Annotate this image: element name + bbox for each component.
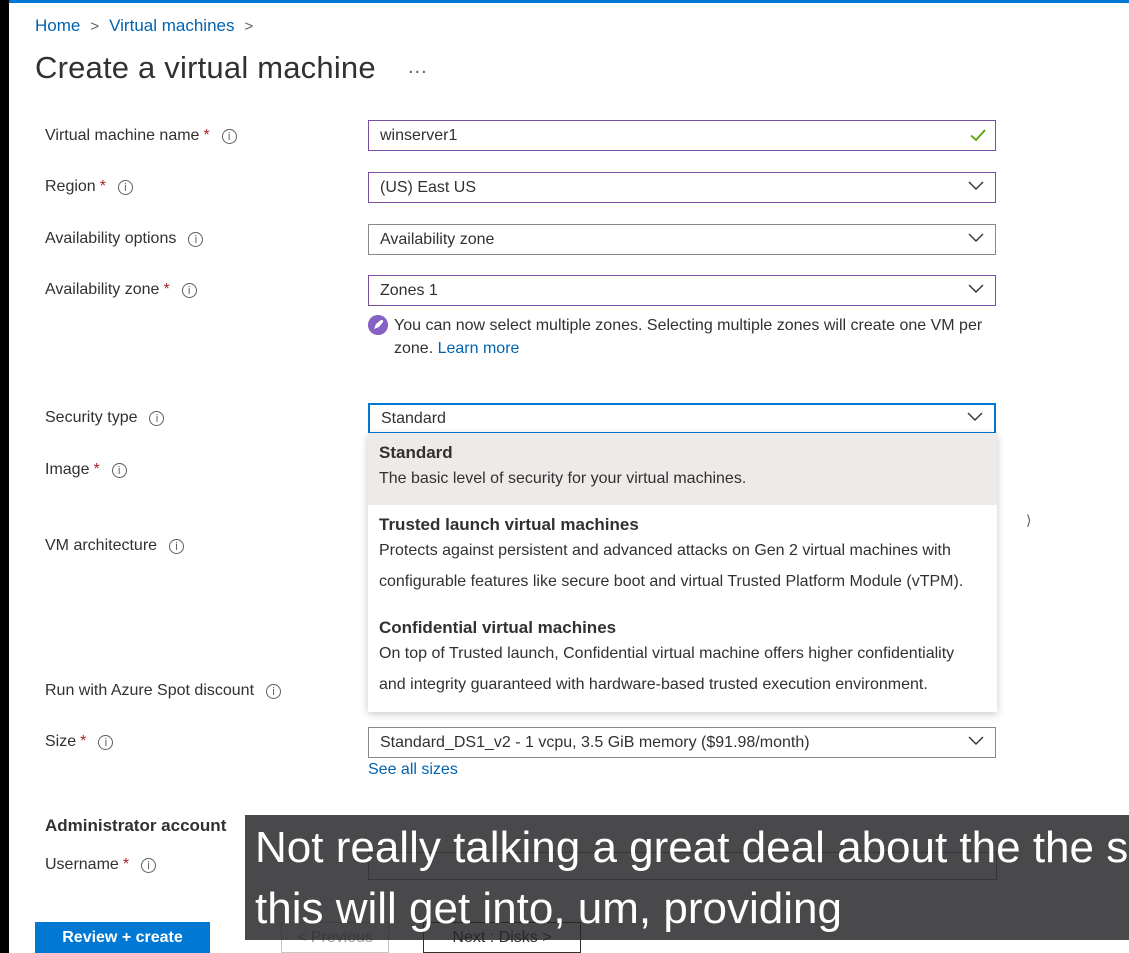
info-icon[interactable]: i [111, 462, 127, 478]
administrator-account-heading: Administrator account [45, 816, 227, 835]
chevron-down-icon [968, 233, 984, 242]
option-description: On top of Trusted launch, Confidential v… [379, 645, 955, 662]
security-option-confidential[interactable]: Confidential virtual machines On top of … [368, 608, 997, 712]
spot-discount-label-text: Run with Azure Spot discount [45, 682, 255, 699]
caption-line-1: Not really talking a great deal about th… [255, 823, 1129, 872]
page-title: Create a virtual machine [35, 50, 376, 85]
vm-architecture-label-text: VM architecture [45, 537, 158, 554]
breadcrumb-virtual-machines[interactable]: Virtual machines [109, 16, 234, 36]
info-icon[interactable]: i [117, 179, 133, 195]
top-accent-line [9, 0, 1129, 3]
info-icon[interactable]: i [149, 410, 165, 426]
region-label-text: Region [45, 178, 96, 195]
availability-zone-select[interactable]: Zones 1 [368, 275, 996, 306]
size-label-text: Size [45, 733, 77, 750]
security-option-trusted-launch[interactable]: Trusted launch virtual machines Protects… [368, 505, 997, 608]
option-description: configurable features like secure boot a… [379, 573, 964, 590]
info-icon[interactable]: i [188, 231, 204, 247]
region-select[interactable]: (US) East US [368, 172, 996, 203]
availability-options-select[interactable]: Availability zone [368, 224, 996, 255]
zone-notice: You can now select multiple zones. Selec… [368, 314, 988, 360]
option-description: and integrity guaranteed with hardware-b… [379, 676, 928, 693]
username-label-text: Username [45, 856, 119, 873]
availability-options-value: Availability zone [380, 230, 495, 248]
info-icon[interactable]: i [98, 734, 114, 750]
chevron-down-icon [968, 284, 984, 293]
chevron-down-icon [968, 736, 984, 745]
vm-name-label-text: Virtual machine name [45, 127, 200, 144]
availability-zone-label: Availability zone * i [45, 281, 197, 299]
window-left-edge [0, 0, 9, 953]
breadcrumb-home[interactable]: Home [35, 16, 80, 36]
security-type-label: Security type i [45, 409, 165, 427]
info-icon[interactable]: i [169, 538, 185, 554]
info-icon[interactable]: i [266, 683, 282, 699]
availability-zone-label-text: Availability zone [45, 281, 160, 298]
option-title: Confidential virtual machines [379, 618, 617, 637]
size-value: Standard_DS1_v2 - 1 vcpu, 3.5 GiB memory… [380, 733, 810, 751]
required-marker: * [80, 733, 87, 750]
option-description: Protects against persistent and advanced… [379, 542, 951, 559]
breadcrumb-separator: > [244, 17, 254, 35]
size-select[interactable]: Standard_DS1_v2 - 1 vcpu, 3.5 GiB memory… [368, 727, 996, 758]
security-type-value: Standard [381, 409, 446, 427]
mouse-cursor-icon: ⟩ [1026, 512, 1032, 528]
security-type-dropdown: Standard The basic level of security for… [368, 433, 997, 712]
required-marker: * [163, 281, 170, 298]
info-icon[interactable]: i [181, 282, 197, 298]
more-actions-button[interactable]: ... [408, 56, 428, 79]
vm-name-value: winserver1 [380, 126, 458, 144]
option-title: Trusted launch virtual machines [379, 515, 639, 534]
security-type-select[interactable]: Standard [368, 403, 996, 434]
image-label: Image * i [45, 461, 127, 479]
required-marker: * [99, 178, 106, 195]
review-create-button[interactable]: Review + create [35, 922, 210, 953]
see-all-sizes-link[interactable]: See all sizes [368, 761, 458, 779]
spot-discount-label: Run with Azure Spot discount i [45, 682, 282, 700]
option-description: The basic level of security for your vir… [379, 470, 747, 487]
zone-notice-text: You can now select multiple zones. Selec… [394, 314, 988, 360]
availability-options-label-text: Availability options [45, 230, 177, 247]
breadcrumb-separator: > [90, 17, 100, 35]
image-label-text: Image [45, 461, 90, 478]
info-icon[interactable]: i [141, 857, 157, 873]
security-option-standard[interactable]: Standard The basic level of security for… [368, 433, 997, 505]
breadcrumb: Home > Virtual machines > [35, 16, 263, 36]
username-label: Username * i [45, 856, 157, 874]
size-label: Size * i [45, 733, 114, 751]
region-label: Region * i [45, 178, 133, 196]
chevron-down-icon [967, 412, 983, 421]
option-title: Standard [379, 443, 453, 462]
security-type-label-text: Security type [45, 409, 138, 426]
required-marker: * [93, 461, 100, 478]
region-value: (US) East US [380, 178, 477, 196]
rocket-icon [368, 315, 388, 335]
required-marker: * [203, 127, 210, 144]
availability-zone-value: Zones 1 [380, 281, 438, 299]
availability-options-label: Availability options i [45, 230, 204, 248]
learn-more-link[interactable]: Learn more [438, 340, 520, 357]
chevron-down-icon [968, 181, 984, 190]
checkmark-icon [970, 129, 986, 142]
vm-architecture-label: VM architecture i [45, 537, 185, 555]
video-caption: Not really talking a great deal about th… [245, 815, 1129, 940]
required-marker: * [122, 856, 130, 873]
vm-name-input[interactable]: winserver1 [368, 120, 996, 151]
caption-line-2: this will get into, um, providing [255, 884, 842, 933]
info-icon[interactable]: i [221, 128, 237, 144]
vm-name-label: Virtual machine name * i [45, 127, 237, 145]
